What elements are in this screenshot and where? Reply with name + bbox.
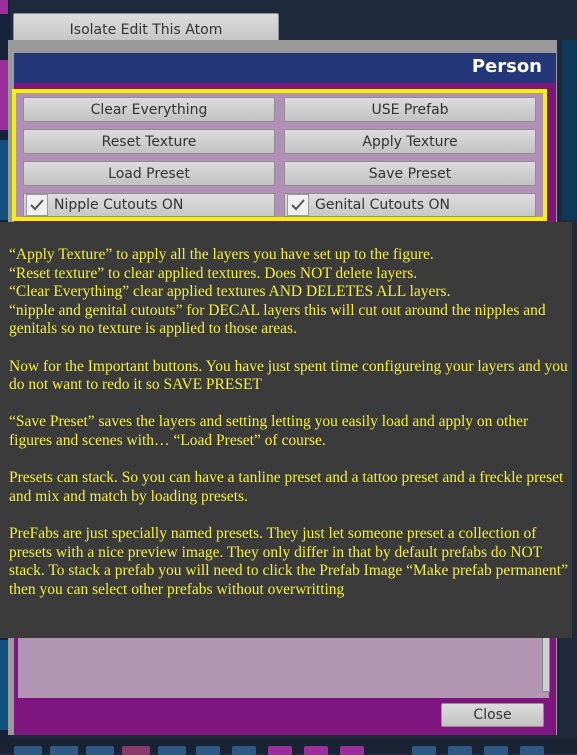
- help-paragraph: PreFabs are just specially named presets…: [9, 524, 568, 598]
- checkbox[interactable]: [26, 194, 48, 216]
- sidebar-tab[interactable]: [0, 640, 8, 730]
- checkbox-label: Nipple Cutouts ON: [54, 197, 184, 213]
- save-preset-button[interactable]: Save Preset: [284, 161, 536, 186]
- sidebar-tab[interactable]: [0, 60, 8, 130]
- use-prefab-button[interactable]: USE Prefab: [284, 97, 536, 122]
- panel-title: Person: [14, 53, 556, 83]
- help-line: “Clear Everything” clear applied texture…: [9, 283, 451, 301]
- taskbar-icon[interactable]: [196, 746, 220, 755]
- help-line: “Reset texture” to clear applied texture…: [9, 264, 418, 282]
- help-paragraph: Presets can stack. So you can have a tan…: [9, 469, 564, 505]
- taskbar-icon[interactable]: [50, 746, 78, 755]
- help-paragraph: Now for the Important buttons. You have …: [9, 357, 568, 394]
- taskbar-icon[interactable]: [86, 746, 114, 755]
- apply-texture-button[interactable]: Apply Texture: [284, 129, 536, 154]
- checkbox-label: Genital Cutouts ON: [315, 197, 450, 213]
- taskbar-icon[interactable]: [268, 746, 292, 755]
- clear-everything-button[interactable]: Clear Everything: [23, 97, 275, 122]
- taskbar-icon[interactable]: [232, 746, 256, 755]
- taskbar-icon[interactable]: [158, 746, 186, 755]
- taskbar: [0, 738, 577, 755]
- help-tooltip-text: “Apply Texture” to apply all the layers …: [9, 246, 572, 618]
- help-paragraph: “Save Preset” saves the layers and setti…: [9, 413, 529, 449]
- taskbar-icon[interactable]: [14, 746, 42, 755]
- taskbar-icon[interactable]: [484, 746, 508, 755]
- sidebar-tab[interactable]: [0, 140, 8, 220]
- checkmark-icon: [291, 199, 305, 211]
- taskbar-icon[interactable]: [520, 746, 544, 755]
- taskbar-icon[interactable]: [448, 746, 472, 755]
- load-preset-button[interactable]: Load Preset: [23, 161, 275, 186]
- taskbar-icon[interactable]: [304, 746, 328, 755]
- right-sidebar: [562, 40, 577, 220]
- checkbox[interactable]: [287, 194, 309, 216]
- checkmark-icon: [30, 199, 44, 211]
- sidebar-tab[interactable]: [0, 0, 8, 14]
- nipple-cutouts-toggle[interactable]: Nipple Cutouts ON: [23, 193, 275, 217]
- genital-cutouts-toggle[interactable]: Genital Cutouts ON: [284, 193, 536, 217]
- taskbar-icon[interactable]: [340, 746, 364, 755]
- close-button[interactable]: Close: [441, 703, 544, 727]
- taskbar-icon[interactable]: [412, 746, 436, 755]
- help-line: “Apply Texture” to apply all the layers …: [9, 246, 434, 263]
- help-line: “nipple and genital cutouts” for DECAL l…: [9, 301, 546, 338]
- taskbar-icon[interactable]: [122, 746, 150, 755]
- reset-texture-button[interactable]: Reset Texture: [23, 129, 275, 154]
